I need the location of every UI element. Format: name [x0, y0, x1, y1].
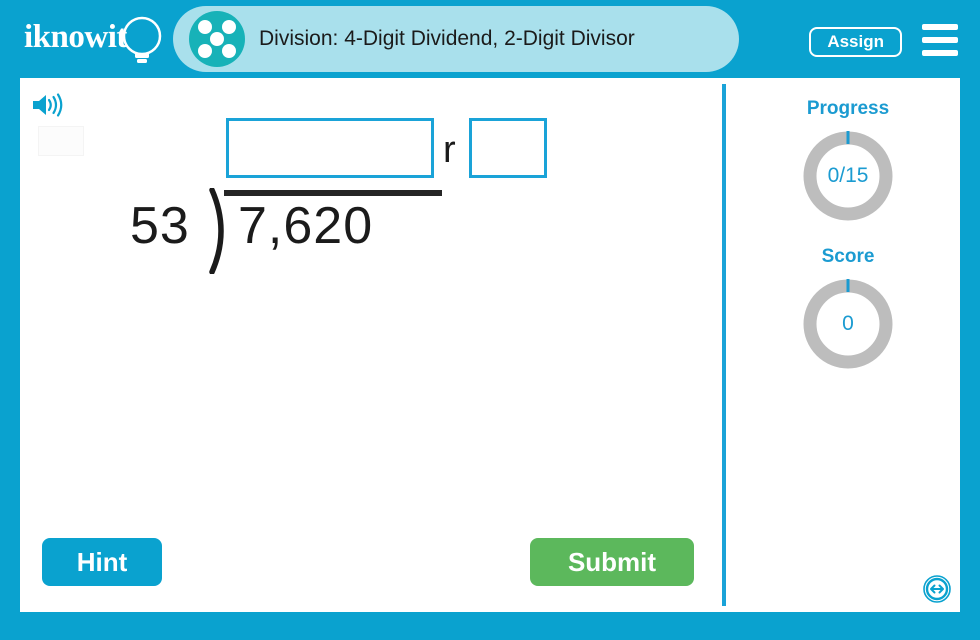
dividend-value: 7,620: [238, 197, 374, 255]
score-meter: Score 0: [736, 246, 960, 374]
assign-button[interactable]: Assign: [809, 27, 902, 57]
five-dots-circle-icon: [189, 11, 245, 67]
score-ring: 0: [798, 274, 898, 374]
score-value: 0: [842, 312, 854, 335]
panel-divider: [722, 84, 726, 606]
lesson-title: Division: 4-Digit Dividend, 2-Digit Divi…: [259, 27, 635, 50]
progress-value: 0/15: [827, 164, 869, 187]
status-rail: Progress 0/15 Score 0: [736, 78, 960, 612]
logo-wordmark: iknowit: [24, 19, 127, 55]
lesson-title-band: Division: 4-Digit Dividend, 2-Digit Divi…: [173, 6, 739, 72]
long-division-problem: r 53 7,620: [110, 108, 670, 298]
header-bar: iknowit Division: 4-Digit Dividend, 2-Di…: [0, 0, 980, 78]
remainder-label: r: [443, 129, 456, 171]
activity-stage: r 53 7,620 Progress 0/15 Score 0 Hint Su…: [20, 78, 960, 612]
app-window: iknowit Division: 4-Digit Dividend, 2-Di…: [0, 0, 980, 640]
hint-button[interactable]: Hint: [42, 538, 162, 586]
iknowit-logo[interactable]: iknowit: [24, 12, 170, 68]
horizontal-resize-arrows-icon[interactable]: [922, 574, 952, 604]
progress-ring: 0/15: [798, 126, 898, 226]
remainder-input[interactable]: [469, 118, 547, 178]
divisor-value: 53: [130, 197, 190, 255]
division-bracket-icon: [209, 188, 224, 274]
progress-label: Progress: [806, 98, 890, 119]
quotient-input[interactable]: [226, 118, 434, 178]
progress-meter: Progress 0/15: [736, 98, 960, 226]
audio-placeholder-box: [38, 126, 84, 156]
hamburger-menu-icon[interactable]: [922, 24, 958, 56]
submit-button[interactable]: Submit: [530, 538, 694, 586]
score-label: Score: [821, 246, 875, 267]
speaker-audio-icon[interactable]: [30, 90, 66, 120]
